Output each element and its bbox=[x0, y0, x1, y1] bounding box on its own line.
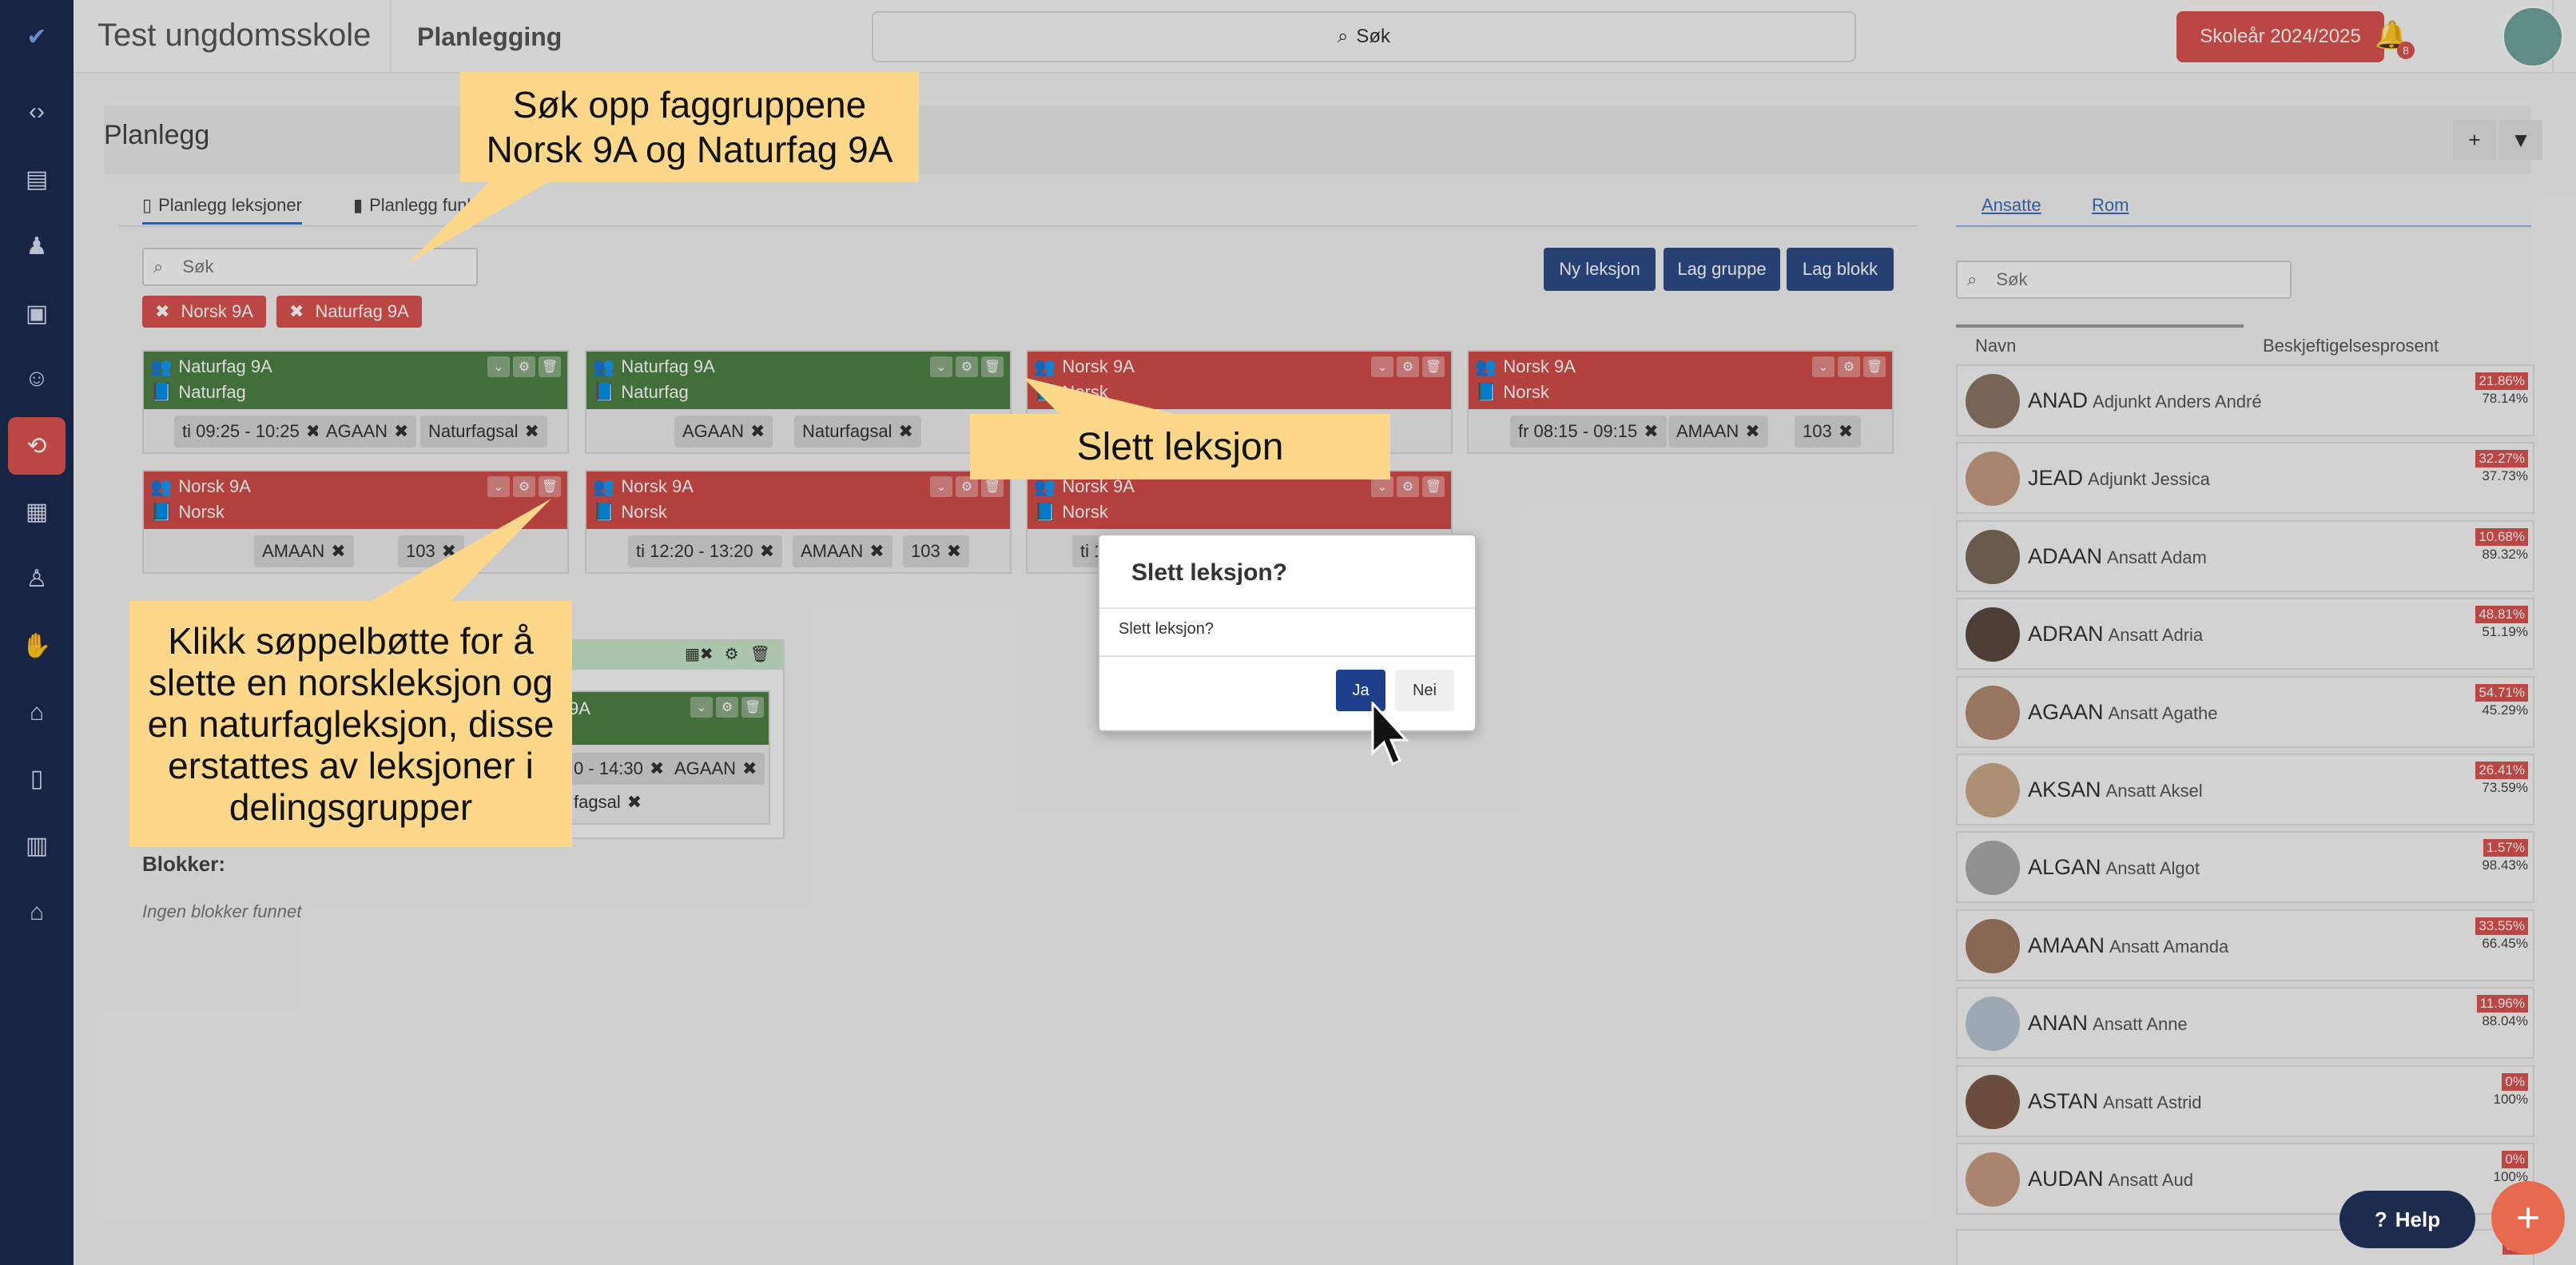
dialog-title: Slett leksjon? bbox=[1131, 559, 1288, 586]
delete-tip-callout: Slett leksjon bbox=[970, 414, 1390, 479]
help-label: Help bbox=[2395, 1207, 2441, 1231]
help-button[interactable]: ? Help bbox=[2339, 1191, 2475, 1248]
help-icon: ? bbox=[2374, 1207, 2387, 1231]
search-tip-callout: Søk opp faggruppene Norsk 9A og Naturfag… bbox=[460, 72, 919, 182]
mouse-cursor-icon bbox=[1371, 702, 1409, 766]
dialog-body: Slett leksjon? bbox=[1119, 620, 1214, 638]
delete-lesson-dialog: Slett leksjon? Slett leksjon? Ja Nei bbox=[1098, 534, 1477, 732]
callout-pointer bbox=[407, 176, 559, 264]
add-fab-button[interactable]: + bbox=[2491, 1181, 2565, 1255]
dialog-divider bbox=[1099, 607, 1475, 609]
dialog-divider bbox=[1099, 655, 1475, 657]
trash-tip-callout: Klikk søppelbøtte for å slette en norskl… bbox=[129, 601, 572, 847]
